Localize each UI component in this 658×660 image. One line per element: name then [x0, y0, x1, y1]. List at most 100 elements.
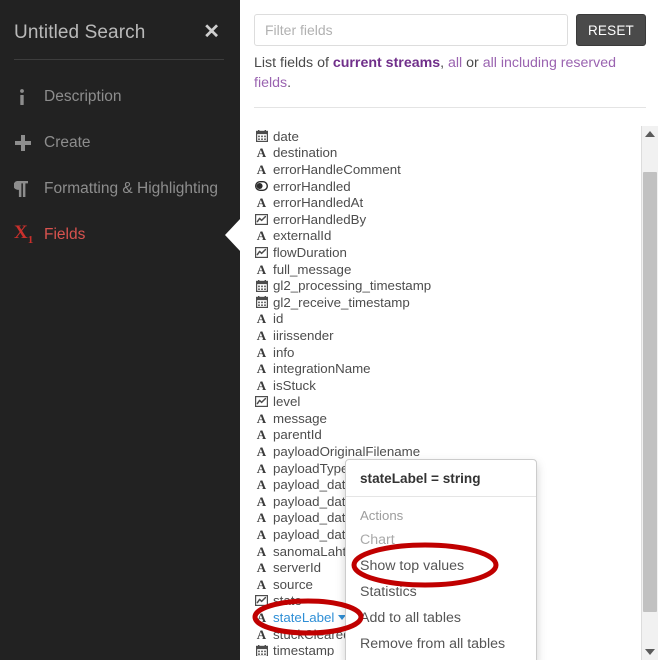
toggle-icon: [254, 181, 269, 192]
field-list-item[interactable]: AerrorHandledAt: [254, 194, 644, 211]
calendar-icon: [254, 296, 269, 309]
text-field-icon: A: [256, 261, 267, 277]
field-list-item[interactable]: flowDuration: [254, 244, 644, 261]
field-list-item[interactable]: gl2_receive_timestamp: [254, 294, 644, 311]
chart-line-icon: [254, 246, 269, 258]
field-name: payloadOriginalFilename: [273, 444, 421, 460]
field-name: serverId: [273, 560, 322, 576]
text-field-icon: A: [256, 377, 267, 393]
field-list-item[interactable]: ApayloadOriginalFilename: [254, 443, 644, 460]
field-name: gl2_receive_timestamp: [273, 294, 410, 310]
caret-down-icon[interactable]: [642, 644, 658, 660]
field-list-item[interactable]: Aiirissender: [254, 327, 644, 344]
field-name: payload_dat: [273, 527, 346, 543]
all-fields-link[interactable]: all: [448, 55, 462, 71]
field-name: payload_dat: [273, 510, 346, 526]
chart-line-icon: [254, 595, 269, 607]
field-name: integrationName: [273, 361, 371, 377]
sidebar-item-create[interactable]: Create: [0, 120, 240, 166]
text-field-icon: A: [256, 527, 267, 543]
field-list-item[interactable]: AexternalId: [254, 228, 644, 245]
field-name: source: [273, 576, 313, 592]
text-field-icon: A: [256, 444, 267, 460]
field-name: state: [273, 593, 302, 609]
text-field-icon: A: [256, 477, 267, 493]
field-name: flowDuration: [273, 244, 347, 260]
variable-x1-icon: X1: [14, 222, 34, 247]
close-icon[interactable]: ✕: [201, 22, 222, 42]
text-field-icon: A: [256, 344, 267, 360]
search-title: Untitled Search: [14, 22, 146, 43]
menu-item-show-top-values[interactable]: Show top values: [346, 553, 536, 579]
text-field-icon: A: [256, 610, 267, 626]
text-field-icon: A: [256, 493, 267, 509]
text-field-icon: A: [256, 543, 267, 559]
field-name: errorHandledAt: [273, 195, 364, 211]
field-name: payload_dat: [273, 477, 346, 493]
field-name: externalId: [273, 228, 332, 244]
sidebar-divider: [14, 58, 224, 60]
caret-up-icon[interactable]: [642, 126, 658, 142]
sidebar-item-description[interactable]: Description: [0, 74, 240, 120]
field-name: errorHandled: [273, 178, 351, 194]
field-list-item[interactable]: Ainfo: [254, 344, 644, 361]
sidebar-header: Untitled Search ✕: [0, 0, 240, 45]
field-list-item[interactable]: level: [254, 394, 644, 411]
menu-item-statistics[interactable]: Statistics: [346, 579, 536, 605]
sidebar-item-fields[interactable]: X1 Fields: [0, 212, 241, 258]
field-name: errorHandledBy: [273, 211, 367, 227]
info-icon: [14, 88, 44, 106]
field-list-item[interactable]: errorHandled: [254, 178, 644, 195]
sidebar-item-label: Create: [44, 133, 91, 151]
sidebar-item-formatting-highlighting[interactable]: Formatting & Highlighting: [0, 166, 240, 212]
field-list-item[interactable]: Aid: [254, 311, 644, 328]
sidebar-item-label: Formatting & Highlighting: [44, 179, 219, 197]
menu-item-add-to-all-tables[interactable]: Add to all tables: [346, 605, 536, 631]
field-list-item[interactable]: AerrorHandleComment: [254, 161, 644, 178]
text-field-icon: A: [256, 327, 267, 343]
field-list-item[interactable]: date: [254, 128, 644, 145]
calendar-icon: [254, 130, 269, 143]
field-list-item[interactable]: gl2_processing_timestamp: [254, 277, 644, 294]
field-name: errorHandleComment: [273, 161, 401, 177]
sidebar-item-label: Description: [44, 87, 122, 105]
field-list-item[interactable]: AintegrationName: [254, 360, 644, 377]
field-list-scrollbar[interactable]: [641, 126, 658, 660]
field-name: isStuck: [273, 377, 316, 393]
scrollbar-thumb[interactable]: [643, 172, 657, 612]
current-streams-link[interactable]: current streams: [333, 55, 440, 71]
text-field-icon: A: [256, 626, 267, 642]
field-list-item[interactable]: Adestination: [254, 145, 644, 162]
reset-button[interactable]: RESET: [575, 14, 646, 46]
field-list-item[interactable]: Afull_message: [254, 261, 644, 278]
filter-fields-input[interactable]: [254, 14, 568, 46]
menu-item-chart: Chart: [360, 532, 395, 548]
menu-item-remove-from-all-tables[interactable]: Remove from all tables: [346, 631, 536, 657]
sidebar-nav: Description Create Formatting & Highligh…: [0, 74, 241, 258]
field-name: date: [273, 128, 299, 144]
text-field-icon: A: [256, 576, 267, 592]
hint-mid: ,: [440, 55, 448, 71]
context-menu-section-label: Actions: [360, 508, 404, 523]
field-name: level: [273, 394, 301, 410]
context-menu-title: stateLabel = string: [346, 460, 536, 497]
text-field-icon: A: [256, 145, 267, 161]
text-field-icon: A: [256, 161, 267, 177]
chart-line-icon: [254, 213, 269, 225]
filter-row: RESET: [240, 0, 658, 46]
calendar-icon: [254, 279, 269, 292]
field-name: message: [273, 410, 327, 426]
sidebar-item-label: Fields: [44, 225, 86, 243]
field-name: iirissender: [273, 327, 334, 343]
field-name: destination: [273, 145, 338, 161]
text-field-icon: A: [256, 311, 267, 327]
field-list-item[interactable]: errorHandledBy: [254, 211, 644, 228]
field-list-item[interactable]: AisStuck: [254, 377, 644, 394]
panel-divider: [254, 107, 646, 109]
field-list-item[interactable]: AparentId: [254, 427, 644, 444]
hint-or: or: [462, 55, 483, 71]
field-list-item[interactable]: Amessage: [254, 410, 644, 427]
text-field-icon: A: [256, 427, 267, 443]
calendar-icon: [254, 644, 269, 656]
hint-prefix: List fields of: [254, 55, 333, 71]
